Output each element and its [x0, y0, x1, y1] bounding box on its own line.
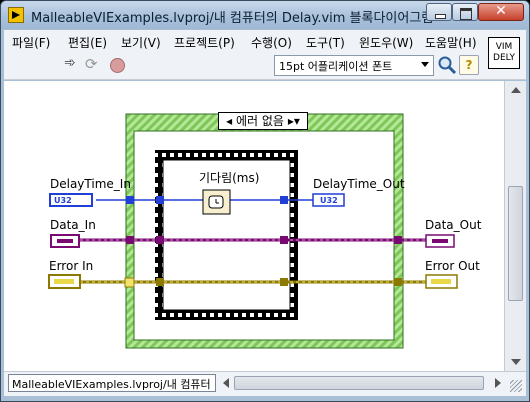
- tunnel-data-out: [394, 236, 402, 244]
- error-in-label: Error In: [49, 259, 94, 273]
- tunnel-delay-in: [126, 196, 134, 204]
- seq-tunnel-delay-out: [280, 196, 288, 204]
- delay-in-label: DelayTime_In: [50, 177, 131, 191]
- scroll-right-icon[interactable]: [495, 378, 501, 388]
- seq-tunnel-delay-in: [156, 196, 164, 204]
- error-out-label: Error Out: [425, 259, 480, 273]
- tunnel-data-in: [126, 236, 134, 244]
- data-in-label: Data_In: [50, 218, 96, 232]
- tunnel-error-in: [124, 277, 135, 288]
- horizontal-scrollbar[interactable]: [220, 376, 504, 390]
- vertical-scroll-thumb[interactable]: [508, 186, 523, 301]
- resize-grip-icon[interactable]: [510, 380, 522, 392]
- data-out-label: Data_Out: [425, 218, 482, 232]
- seq-tunnel-error-out: [280, 278, 288, 286]
- case-selector[interactable]: ◂ 에러 없음 ▸▾: [218, 112, 308, 130]
- delay-in-type: U32: [54, 196, 72, 205]
- horizontal-scroll-thumb[interactable]: [234, 376, 484, 390]
- scroll-down-icon[interactable]: [511, 359, 521, 365]
- vertical-scrollbar[interactable]: [504, 81, 526, 371]
- scroll-up-icon[interactable]: [511, 87, 521, 93]
- tunnel-error-out: [394, 278, 402, 286]
- wait-label: 기다림(ms): [199, 171, 260, 185]
- delay-out-label: DelayTime_Out: [313, 177, 405, 191]
- case-decrement-icon[interactable]: ◂: [226, 114, 232, 128]
- block-diagram-graphics: [48, 113, 458, 349]
- case-increment-icon[interactable]: ▸▾: [288, 114, 300, 128]
- case-selector-value: 에러 없음: [236, 114, 284, 128]
- scroll-left-icon[interactable]: [223, 378, 229, 388]
- seq-tunnel-data-out: [280, 236, 288, 244]
- seq-tunnel-error-in: [156, 278, 164, 286]
- project-path: MalleableVIExamples.lvproj/내 컴퓨터: [8, 374, 216, 392]
- delay-out-type: U32: [320, 196, 338, 205]
- seq-tunnel-data-in: [156, 236, 164, 244]
